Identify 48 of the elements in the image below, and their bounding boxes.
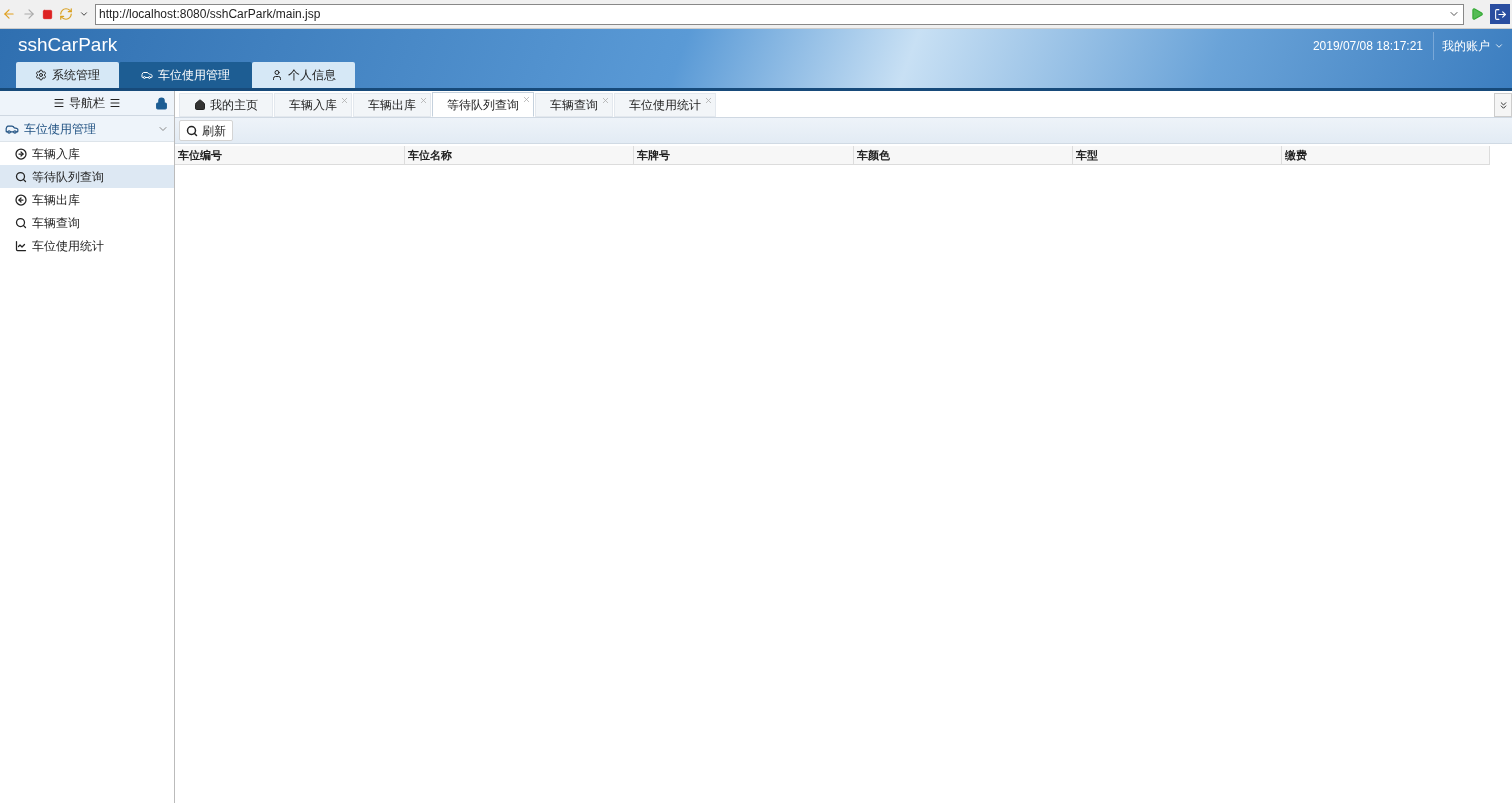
page-tab[interactable]: 车辆入库 <box>274 93 352 117</box>
menu-icon <box>109 97 121 109</box>
sidebar-title: 导航栏 <box>69 95 105 112</box>
menu-icon <box>53 97 65 109</box>
forward-icon[interactable] <box>22 7 36 21</box>
sidebar-group[interactable]: 车位使用管理 <box>0 116 174 142</box>
close-icon[interactable] <box>522 95 531 104</box>
nav-tab-icon <box>141 69 153 81</box>
app-title: sshCarPark <box>18 33 118 58</box>
close-icon[interactable] <box>704 96 713 105</box>
column-header[interactable]: 车位编号 <box>175 146 405 165</box>
nav-tab[interactable]: 个人信息 <box>252 62 355 88</box>
close-icon[interactable] <box>340 96 349 105</box>
item-icon <box>15 216 27 229</box>
item-icon <box>15 147 27 160</box>
page-tab[interactable]: 等待队列查询 <box>432 92 534 117</box>
page-tab[interactable]: 车位使用统计 <box>614 93 716 117</box>
nav-tab[interactable]: 系统管理 <box>16 62 119 88</box>
item-icon <box>15 193 27 206</box>
go-icon[interactable] <box>1470 7 1484 21</box>
column-header[interactable]: 车颜色 <box>854 146 1073 165</box>
page-tab[interactable]: 我的主页 <box>179 93 273 117</box>
nav-tab[interactable]: 车位使用管理 <box>119 62 252 88</box>
exit-icon[interactable] <box>1490 4 1510 24</box>
item-icon <box>15 170 27 183</box>
tab-scroll-button[interactable] <box>1494 93 1512 117</box>
sidebar-item[interactable]: 等待队列查询 <box>0 165 174 188</box>
home-icon <box>194 99 206 111</box>
column-header[interactable]: 车牌号 <box>634 146 854 165</box>
account-menu[interactable]: 我的账户 <box>1434 36 1512 55</box>
nav-tab-icon <box>271 69 283 81</box>
caret-icon[interactable] <box>79 9 89 19</box>
page-tab[interactable]: 车辆出库 <box>353 93 431 117</box>
datetime-text: 2019/07/08 18:17:21 <box>1311 37 1424 55</box>
refresh-icon[interactable] <box>59 7 73 21</box>
search-icon <box>186 124 198 137</box>
column-header[interactable]: 车位名称 <box>405 146 634 165</box>
page-tab[interactable]: 车辆查询 <box>535 93 613 117</box>
nav-tab-icon <box>35 69 47 81</box>
address-field[interactable]: http://localhost:8080/sshCarPark/main.jsp <box>95 3 1464 25</box>
close-icon[interactable] <box>601 96 610 105</box>
stop-icon[interactable] <box>42 8 53 20</box>
column-header[interactable]: 车型 <box>1073 146 1282 165</box>
column-header[interactable]: 缴费 <box>1282 146 1490 165</box>
back-icon[interactable] <box>2 7 16 21</box>
close-icon[interactable] <box>419 96 428 105</box>
refresh-button[interactable]: 刷新 <box>179 120 233 141</box>
item-icon <box>15 239 27 252</box>
